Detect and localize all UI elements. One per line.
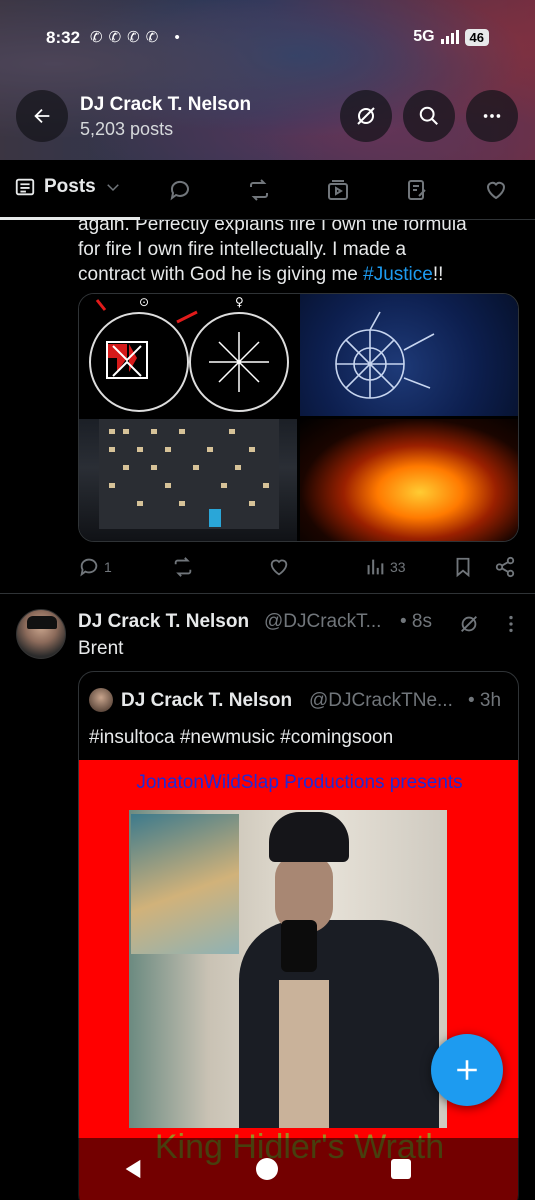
search-icon bbox=[419, 106, 438, 125]
tab-replies-icon[interactable] bbox=[168, 178, 192, 202]
quote-avatar bbox=[89, 688, 113, 712]
post-more-icon[interactable] bbox=[503, 613, 519, 635]
tab-likes-icon[interactable] bbox=[484, 178, 508, 202]
battery-icon: 46 bbox=[464, 28, 489, 46]
reply-icon bbox=[80, 558, 98, 577]
post1-media-grid: ⊙ ♀ bbox=[78, 293, 519, 542]
profile-name: DJ Crack T. Nelson bbox=[80, 94, 252, 115]
profile-banner: 8:32 ✆✆✆✆ • 5G 46 DJ Crack T. Nelson 5,2… bbox=[0, 0, 535, 160]
status-bar: 8:32 ✆✆✆✆ • 5G 46 bbox=[0, 24, 535, 54]
posts-icon bbox=[15, 178, 35, 196]
search-button[interactable] bbox=[403, 90, 455, 142]
person-cap bbox=[269, 812, 349, 862]
media-image-fire[interactable] bbox=[300, 419, 518, 541]
post2-timestamp: • 8s bbox=[400, 611, 432, 632]
bookmark-button[interactable] bbox=[452, 556, 474, 578]
network-type: 5G bbox=[413, 28, 435, 45]
reply-count: 1 bbox=[104, 559, 112, 575]
quote-timestamp: • 3h bbox=[468, 690, 502, 711]
seal-diagram: ⊙ ♀ bbox=[95, 295, 269, 392]
post2-text: Brent bbox=[78, 638, 124, 659]
like-icon bbox=[270, 559, 288, 576]
share-icon bbox=[495, 556, 515, 578]
profile-nav-row: DJ Crack T. Nelson 5,203 posts bbox=[0, 90, 535, 146]
media-image-city[interactable] bbox=[79, 419, 297, 541]
chevron-down-icon bbox=[106, 184, 119, 192]
more-icon bbox=[483, 114, 501, 118]
tab-posts-label: Posts bbox=[44, 176, 96, 197]
system-nav-bar bbox=[0, 1138, 535, 1200]
post1-text-clip: again. Perfectly explains fire I own the… bbox=[78, 220, 518, 290]
like-button[interactable] bbox=[268, 556, 290, 578]
avatar[interactable] bbox=[16, 609, 66, 659]
quote-author-name: DJ Crack T. Nelson bbox=[121, 690, 293, 711]
plus-icon bbox=[457, 1060, 477, 1080]
phone bbox=[281, 920, 317, 972]
svg-text:♀: ♀ bbox=[235, 295, 244, 309]
tab-posts[interactable]: Posts bbox=[14, 176, 122, 198]
wall-painting bbox=[131, 814, 239, 954]
views-icon bbox=[367, 559, 384, 575]
quoted-post-card[interactable]: DJ Crack T. Nelson @DJCrackTNe... • 3h #… bbox=[78, 671, 519, 1200]
media-image-seals[interactable]: ⊙ ♀ bbox=[79, 294, 297, 416]
hashtag-link[interactable]: #Justice bbox=[363, 264, 433, 285]
system-recents-button[interactable] bbox=[391, 1159, 411, 1179]
post2-handle[interactable]: @DJCrackT... bbox=[264, 611, 398, 633]
views-button[interactable]: 33 bbox=[364, 556, 406, 578]
back-arrow-icon bbox=[34, 108, 50, 124]
city-building bbox=[99, 419, 279, 529]
post2-header: DJ Crack T. Nelson @DJCrackT... • 8s bbox=[78, 611, 518, 635]
status-right: 5G 46 bbox=[413, 28, 489, 46]
reply-button[interactable]: 1 bbox=[78, 556, 112, 578]
no-grok-icon bbox=[357, 107, 375, 125]
tab-articles-icon[interactable] bbox=[405, 178, 429, 202]
active-tab-indicator bbox=[0, 217, 140, 220]
media-image-glow[interactable] bbox=[300, 294, 518, 416]
system-back-icon[interactable] bbox=[122, 1158, 144, 1180]
person-shirt bbox=[279, 980, 329, 1128]
post1-line-2: for fire I own fire intellectually. I ma… bbox=[78, 239, 407, 260]
bookmark-icon bbox=[456, 557, 470, 578]
tab-media-icon[interactable] bbox=[326, 178, 350, 202]
system-home-button[interactable] bbox=[256, 1158, 278, 1180]
share-button[interactable] bbox=[494, 556, 516, 578]
signal-icon bbox=[440, 30, 459, 44]
poster-photo bbox=[129, 810, 447, 1128]
no-grok-icon[interactable] bbox=[458, 613, 480, 635]
post1-line-1: again. Perfectly explains fire I own the… bbox=[78, 220, 467, 235]
no-grok-button[interactable] bbox=[340, 90, 392, 142]
post1-line-3: contract with God he is giving me #Justi… bbox=[78, 262, 518, 287]
person-jacket bbox=[239, 920, 439, 1128]
poster-top-text: JonatonWildSlap Productions presents bbox=[136, 772, 463, 793]
more-button[interactable] bbox=[466, 90, 518, 142]
quote-handle: @DJCrackTNe... bbox=[309, 690, 453, 711]
posts-count: 5,203 posts bbox=[80, 119, 174, 139]
repost-icon bbox=[174, 557, 192, 577]
compose-button[interactable] bbox=[431, 1034, 503, 1106]
post1-line-3-suffix: !! bbox=[432, 264, 444, 285]
post1-line-3-prefix: contract with God he is giving me bbox=[78, 264, 364, 285]
post2-author-name[interactable]: DJ Crack T. Nelson bbox=[78, 611, 249, 633]
post1-actions: 1 33 bbox=[78, 552, 518, 582]
views-count: 33 bbox=[390, 559, 406, 575]
post-divider bbox=[0, 593, 535, 594]
back-button[interactable] bbox=[16, 90, 68, 142]
post1-text: again. Perfectly explains fire I own the… bbox=[78, 220, 518, 287]
status-time: 8:32 bbox=[46, 28, 81, 47]
poster-image[interactable]: JonatonWildSlap Productions presents Kin… bbox=[79, 760, 518, 1200]
quote-text: #insultoca #newmusic #comingsoon bbox=[89, 727, 394, 748]
repost-button[interactable] bbox=[172, 556, 194, 578]
profile-tabbar: Posts bbox=[0, 160, 535, 220]
svg-text:⊙: ⊙ bbox=[139, 295, 149, 309]
tab-reposts-icon[interactable] bbox=[247, 178, 271, 202]
glow-web bbox=[335, 311, 435, 399]
notification-icons: ✆✆✆✆ • bbox=[90, 29, 186, 46]
